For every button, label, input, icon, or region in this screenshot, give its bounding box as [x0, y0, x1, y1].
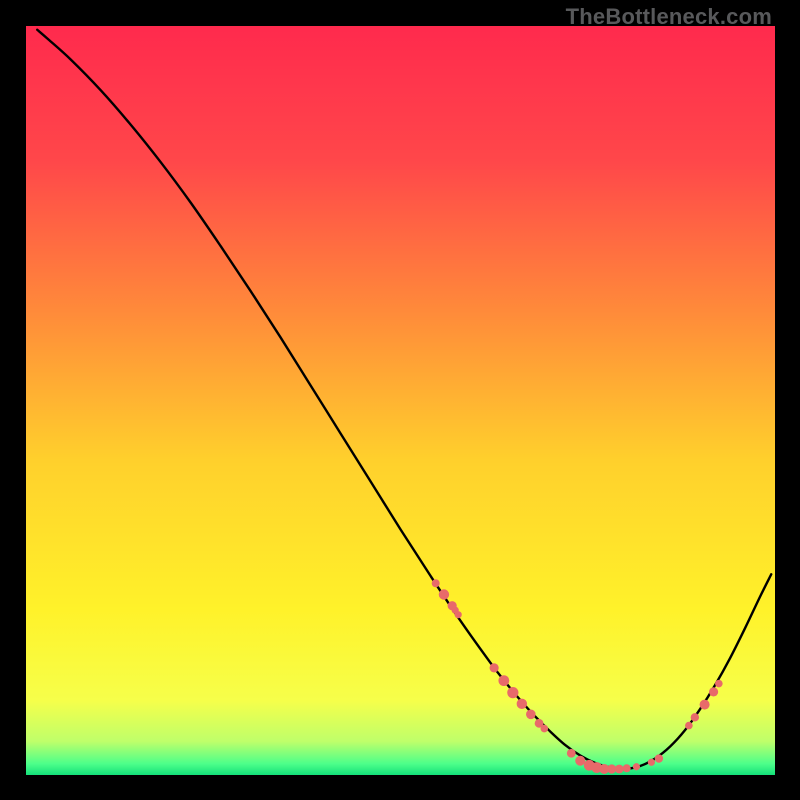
- data-marker: [691, 713, 699, 721]
- data-marker: [526, 710, 536, 720]
- watermark-text: TheBottleneck.com: [566, 4, 772, 30]
- chart-frame: [26, 26, 775, 775]
- data-marker: [455, 611, 462, 618]
- data-marker: [507, 687, 518, 698]
- data-marker: [575, 756, 585, 766]
- data-marker: [648, 759, 655, 766]
- data-marker: [715, 680, 723, 688]
- data-marker: [490, 663, 499, 672]
- data-marker: [541, 725, 549, 733]
- data-marker: [709, 687, 718, 696]
- data-marker: [498, 675, 509, 686]
- gradient-bg: [26, 26, 775, 775]
- data-marker: [685, 722, 693, 730]
- data-marker: [517, 699, 527, 709]
- data-marker: [439, 589, 449, 599]
- data-marker: [700, 700, 710, 710]
- data-marker: [615, 765, 624, 774]
- data-marker: [633, 763, 640, 770]
- plot-svg: [26, 26, 775, 775]
- data-marker: [432, 579, 440, 587]
- data-marker: [655, 754, 663, 762]
- data-marker: [623, 764, 631, 772]
- data-marker: [567, 749, 576, 758]
